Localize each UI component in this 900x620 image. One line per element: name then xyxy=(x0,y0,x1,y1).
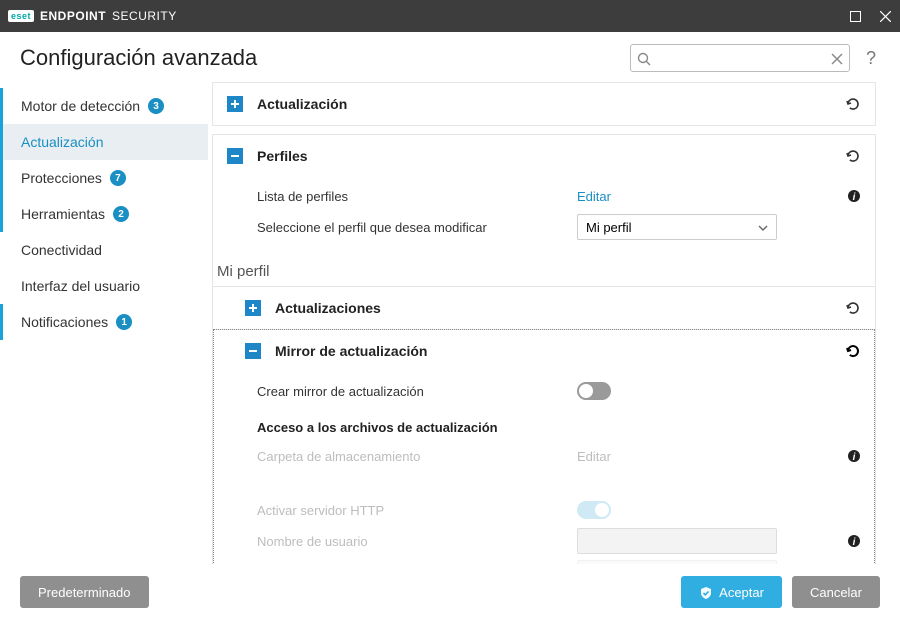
mirror-http-toggle xyxy=(577,501,611,519)
sidebar-item-connectivity[interactable]: Conectividad xyxy=(0,232,208,268)
search-box xyxy=(630,44,850,72)
search-icon xyxy=(637,50,651,68)
revert-icon[interactable] xyxy=(845,342,861,360)
sidebar-item-protections[interactable]: Protecciones 7 xyxy=(0,160,208,196)
window-maximize-icon[interactable] xyxy=(848,9,862,23)
revert-icon[interactable] xyxy=(845,299,861,317)
collapse-icon[interactable] xyxy=(245,343,261,359)
profile-select-label: Seleccione el perfil que desea modificar xyxy=(227,220,567,235)
sidebar-item-user-interface[interactable]: Interfaz del usuario xyxy=(0,268,208,304)
brand: eset ENDPOINT SECURITY xyxy=(8,9,177,23)
badge: 7 xyxy=(110,170,126,186)
mirror-http-label: Activar servidor HTTP xyxy=(227,503,567,518)
default-button[interactable]: Predeterminado xyxy=(20,576,149,608)
badge: 3 xyxy=(148,98,164,114)
profile-heading: Mi perfil xyxy=(213,253,875,286)
collapse-icon[interactable] xyxy=(227,148,243,164)
ok-button[interactable]: Aceptar xyxy=(681,576,782,608)
sub-panel-actualizaciones: Actualizaciones xyxy=(213,286,875,329)
mirror-user-input xyxy=(577,528,777,554)
sidebar-item-label: Interfaz del usuario xyxy=(21,278,140,294)
sidebar-item-label: Actualización xyxy=(21,134,104,150)
mirror-access-heading: Acceso a los archivos de actualización xyxy=(213,406,875,441)
panel-title: Perfiles xyxy=(257,148,831,164)
brand-badge: eset xyxy=(8,10,34,22)
panel-actualizacion: Actualización xyxy=(212,82,876,126)
cancel-button[interactable]: Cancelar xyxy=(792,576,880,608)
mirror-folder-edit-link: Editar xyxy=(577,449,611,464)
search-clear-icon[interactable] xyxy=(831,50,843,68)
profile-select-value: Mi perfil xyxy=(586,220,632,235)
window-close-icon[interactable] xyxy=(878,9,892,23)
profile-list-edit-link[interactable]: Editar xyxy=(577,189,611,204)
footer: Predeterminado Aceptar Cancelar xyxy=(0,564,900,620)
revert-icon[interactable] xyxy=(845,95,861,113)
sidebar-item-detection-engine[interactable]: Motor de detección 3 xyxy=(0,88,208,124)
info-icon[interactable]: i xyxy=(847,532,861,549)
header-row: Configuración avanzada ? xyxy=(0,32,900,82)
sidebar-item-label: Protecciones xyxy=(21,170,102,186)
titlebar: eset ENDPOINT SECURITY xyxy=(0,0,900,32)
brand-light: SECURITY xyxy=(112,9,177,23)
svg-text:i: i xyxy=(853,452,856,463)
badge: 2 xyxy=(113,206,129,222)
svg-text:i: i xyxy=(853,537,856,548)
expand-icon[interactable] xyxy=(227,96,243,112)
svg-text:i: i xyxy=(853,192,856,203)
panel-title: Actualizaciones xyxy=(275,300,831,316)
sidebar: Motor de detección 3 Actualización Prote… xyxy=(0,82,212,602)
mirror-user-label: Nombre de usuario xyxy=(227,534,567,549)
revert-icon[interactable] xyxy=(845,147,861,165)
sidebar-item-notifications[interactable]: Notificaciones 1 xyxy=(0,304,208,340)
shield-check-icon xyxy=(699,584,713,600)
info-icon[interactable]: i xyxy=(847,447,861,464)
search-input[interactable] xyxy=(630,44,850,72)
mirror-create-label: Crear mirror de actualización xyxy=(227,384,567,399)
sub-panel-mirror: Mirror de actualización Crear mirror de … xyxy=(213,329,875,599)
panel-title: Mirror de actualización xyxy=(275,343,831,359)
help-icon[interactable]: ? xyxy=(862,48,880,69)
sidebar-item-label: Herramientas xyxy=(21,206,105,222)
sidebar-item-label: Conectividad xyxy=(21,242,102,258)
panel-perfiles: Perfiles Lista de perfiles Editar i Se xyxy=(212,134,876,600)
profile-select[interactable]: Mi perfil xyxy=(577,214,777,240)
expand-icon[interactable] xyxy=(245,300,261,316)
panel-title: Actualización xyxy=(257,96,831,112)
badge: 1 xyxy=(116,314,132,330)
sidebar-item-update[interactable]: Actualización xyxy=(0,124,208,160)
content-scroll[interactable]: Actualización Perfiles xyxy=(212,82,900,602)
sidebar-item-label: Notificaciones xyxy=(21,314,108,330)
page-title: Configuración avanzada xyxy=(20,45,618,71)
chevron-down-icon xyxy=(758,220,768,235)
info-icon[interactable]: i xyxy=(847,187,861,204)
profile-list-label: Lista de perfiles xyxy=(227,189,567,204)
sidebar-item-label: Motor de detección xyxy=(21,98,140,114)
sidebar-item-tools[interactable]: Herramientas 2 xyxy=(0,196,208,232)
mirror-folder-label: Carpeta de almacenamiento xyxy=(227,449,567,464)
brand-bold: ENDPOINT xyxy=(40,9,106,23)
mirror-create-toggle[interactable] xyxy=(577,382,611,400)
